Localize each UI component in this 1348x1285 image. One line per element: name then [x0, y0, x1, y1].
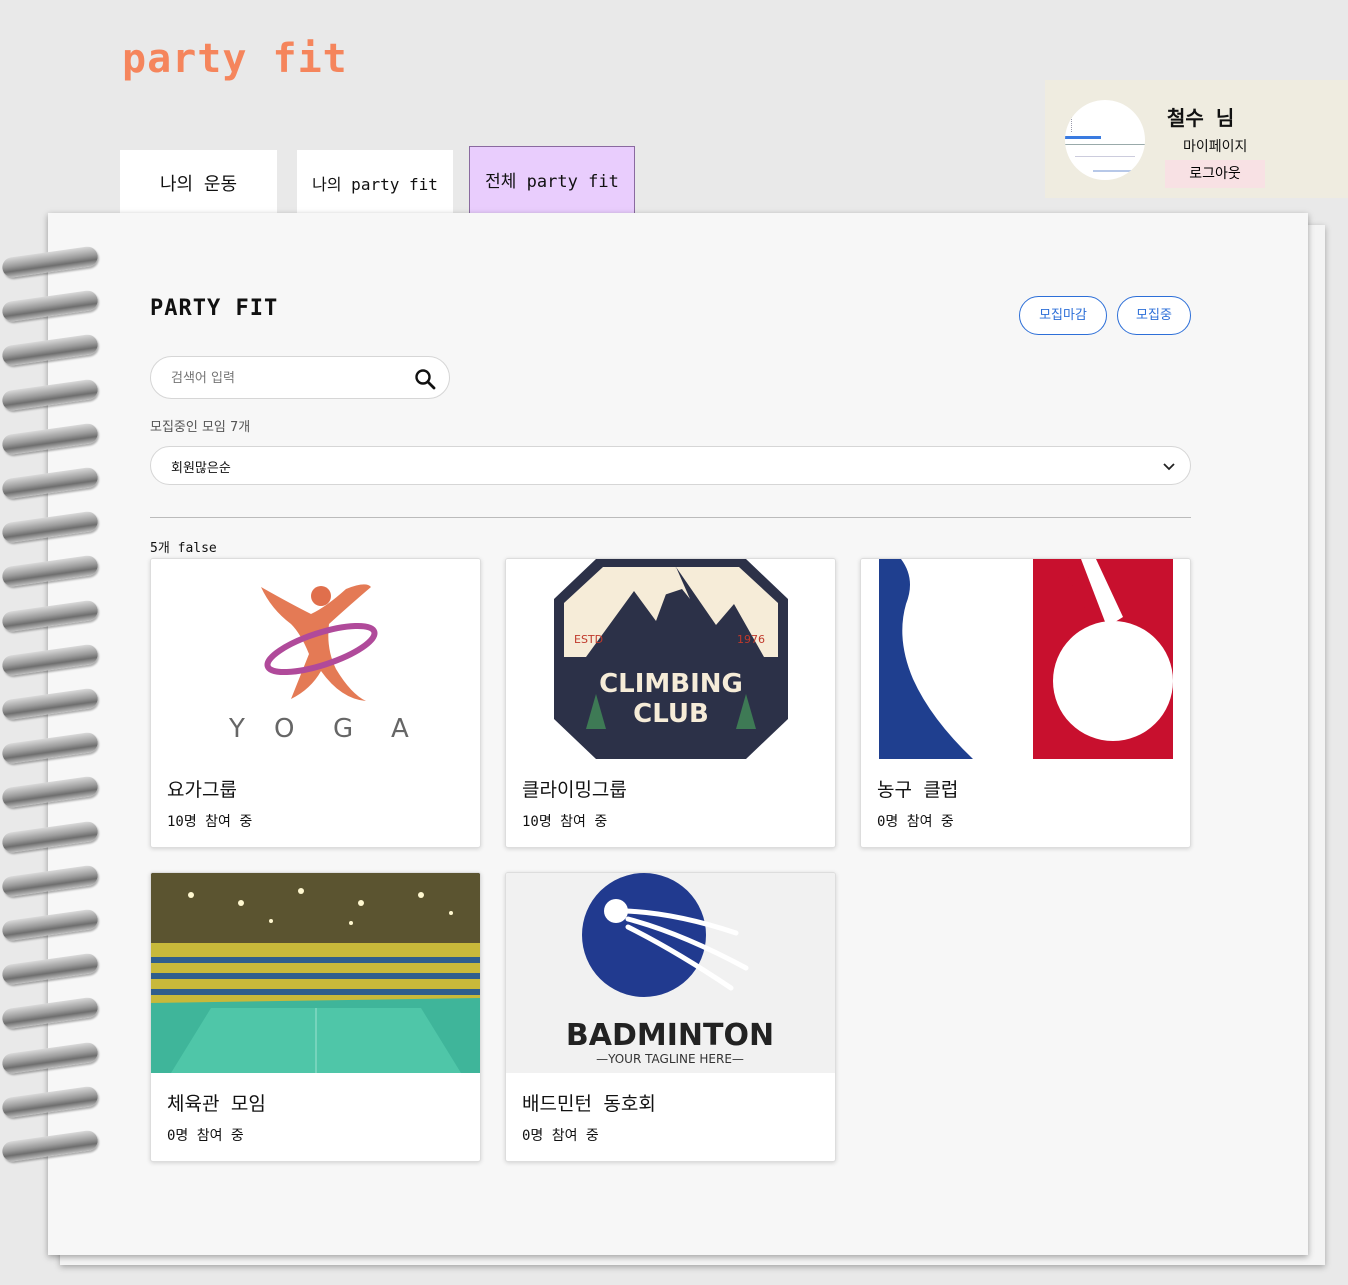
recruiting-count: 모집중인 모임 7개	[150, 420, 251, 435]
card-participants: 10명 참여 중	[167, 814, 253, 830]
sort-selected-value: 회원많은순	[171, 461, 231, 476]
badminton-word: BADMINTON	[566, 1018, 774, 1053]
yoga-letter-y: Y	[228, 714, 245, 744]
club-word: CLUB	[633, 699, 709, 729]
basketball-logo-image	[861, 559, 1190, 759]
filter-closed-button[interactable]: 모집마감	[1019, 296, 1107, 335]
card-title: 클라이밍그룹	[522, 779, 627, 801]
card-participants: 0명 참여 중	[877, 814, 954, 830]
app-logo[interactable]: party fit	[122, 36, 348, 82]
result-count-label: 5개 false	[150, 541, 217, 556]
group-card-basketball[interactable]: 농구 클럽 0명 참여 중	[860, 558, 1191, 848]
tab-my-workout[interactable]: 나의 운동	[120, 150, 277, 220]
group-card-yoga[interactable]: Y O G A 요가그룹 10명 참여 중	[150, 558, 481, 848]
tab-my-party-fit[interactable]: 나의 party fit	[297, 150, 453, 220]
climbing-estd-text: ESTD	[574, 633, 603, 646]
sort-select[interactable]: 회원많은순	[150, 446, 1191, 485]
card-title: 배드민턴 동호회	[522, 1093, 656, 1115]
avatar[interactable]	[1065, 100, 1145, 180]
divider	[150, 517, 1191, 518]
climbing-word: CLIMBING	[599, 669, 743, 699]
card-title: 요가그룹	[167, 779, 237, 801]
group-card-badminton[interactable]: BADMINTON —YOUR TAGLINE HERE— 배드민턴 동호회 0…	[505, 872, 836, 1162]
badminton-logo-image: BADMINTON —YOUR TAGLINE HERE—	[506, 873, 835, 1073]
search-icon[interactable]	[413, 367, 437, 391]
tab-all-party-fit[interactable]: 전체 party fit	[469, 146, 635, 219]
search-bar	[150, 356, 450, 399]
user-profile-card: 철수 님 마이페이지 로그아웃	[1045, 80, 1348, 198]
search-input[interactable]	[171, 367, 401, 389]
logout-button[interactable]: 로그아웃	[1165, 160, 1265, 188]
mypage-link[interactable]: 마이페이지	[1183, 136, 1247, 156]
gymnasium-photo	[151, 873, 480, 1073]
filter-open-button[interactable]: 모집중	[1117, 296, 1191, 335]
group-card-gym[interactable]: 체육관 모임 0명 참여 중	[150, 872, 481, 1162]
climbing-year-text: 1976	[737, 633, 765, 646]
chevron-down-icon	[1163, 463, 1175, 471]
card-participants: 0명 참여 중	[522, 1128, 599, 1144]
yoga-letter-g: G	[333, 714, 353, 744]
yoga-letter-a: A	[391, 714, 409, 744]
card-title: 체육관 모임	[167, 1093, 266, 1115]
yoga-logo-image: Y O G A	[151, 559, 480, 759]
climbing-logo-image: ESTD 1976 CLIMBING CLUB	[506, 559, 835, 759]
badminton-tagline: —YOUR TAGLINE HERE—	[596, 1052, 744, 1066]
card-participants: 0명 참여 중	[167, 1128, 244, 1144]
user-name: 철수 님	[1167, 106, 1235, 130]
card-title: 농구 클럽	[877, 779, 959, 801]
yoga-letter-o: O	[274, 714, 294, 744]
group-card-climbing[interactable]: ESTD 1976 CLIMBING CLUB 클라이밍그룹 10명 참여 중	[505, 558, 836, 848]
page-title: PARTY FIT	[150, 296, 279, 321]
card-participants: 10명 참여 중	[522, 814, 608, 830]
